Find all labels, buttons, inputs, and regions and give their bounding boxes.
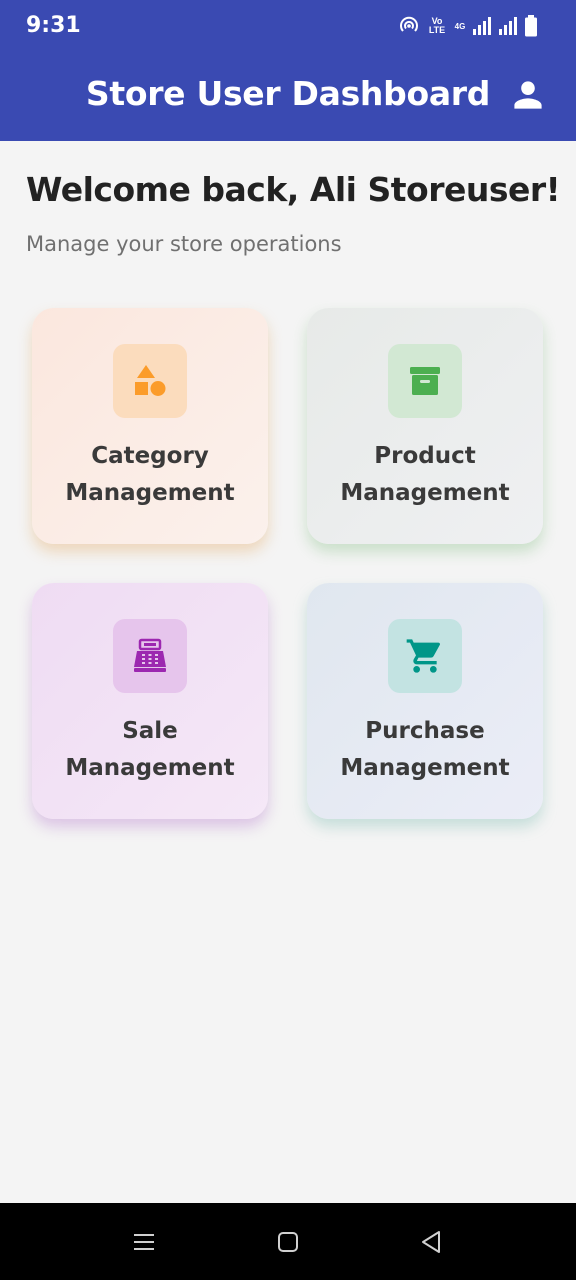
page-title: Store User Dashboard bbox=[85, 74, 491, 113]
card-label-line1: Category bbox=[91, 443, 209, 469]
archive-icon bbox=[410, 367, 440, 395]
app-bar: 9:31 Vo LTE 4G Store User Dashboard bbox=[0, 0, 576, 141]
card-label-line1: Product bbox=[374, 443, 476, 469]
hotspot-icon bbox=[398, 15, 420, 37]
network-badge: 4G bbox=[454, 21, 466, 31]
volte-icon: Vo LTE bbox=[428, 16, 446, 35]
card-label-line2: Management bbox=[340, 755, 510, 781]
category-management-card[interactable]: Category Management bbox=[32, 308, 268, 544]
sale-management-card[interactable]: Sale Management bbox=[32, 583, 268, 819]
welcome-heading: Welcome back, Ali Storeuser! bbox=[26, 170, 561, 209]
welcome-subtitle: Manage your store operations bbox=[26, 232, 342, 256]
signal-icon bbox=[472, 17, 492, 35]
cart-icon bbox=[406, 639, 440, 673]
card-label: Product Management bbox=[340, 438, 509, 512]
status-icons: Vo LTE 4G bbox=[398, 14, 538, 38]
sale-icon-box bbox=[113, 619, 187, 693]
card-label: Category Management bbox=[65, 438, 234, 512]
home-button[interactable] bbox=[275, 1229, 301, 1255]
battery-icon bbox=[524, 15, 538, 37]
person-icon bbox=[514, 81, 542, 109]
purchase-management-card[interactable]: Purchase Management bbox=[307, 583, 543, 819]
product-icon-box bbox=[388, 344, 462, 418]
card-label-line2: Management bbox=[340, 480, 510, 506]
card-label-line1: Purchase bbox=[365, 718, 485, 744]
home-icon bbox=[278, 1232, 298, 1252]
card-label: Sale Management bbox=[65, 713, 234, 787]
cash-register-icon bbox=[134, 638, 166, 672]
profile-button[interactable] bbox=[510, 76, 546, 114]
card-label-line1: Sale bbox=[122, 718, 178, 744]
recents-button[interactable] bbox=[131, 1229, 157, 1255]
signal-icon bbox=[498, 17, 518, 35]
system-nav-bar bbox=[0, 1203, 576, 1280]
status-time: 9:31 bbox=[26, 13, 81, 38]
menu-icon bbox=[134, 1234, 154, 1250]
back-button[interactable] bbox=[418, 1229, 444, 1255]
back-icon bbox=[422, 1231, 440, 1253]
card-label-line2: Management bbox=[65, 480, 235, 506]
product-management-card[interactable]: Product Management bbox=[307, 308, 543, 544]
card-label: Purchase Management bbox=[340, 713, 509, 787]
purchase-icon-box bbox=[388, 619, 462, 693]
category-icon-box bbox=[113, 344, 187, 418]
status-bar: 9:31 Vo LTE 4G bbox=[0, 0, 576, 52]
card-label-line2: Management bbox=[65, 755, 235, 781]
shapes-icon bbox=[135, 365, 166, 396]
